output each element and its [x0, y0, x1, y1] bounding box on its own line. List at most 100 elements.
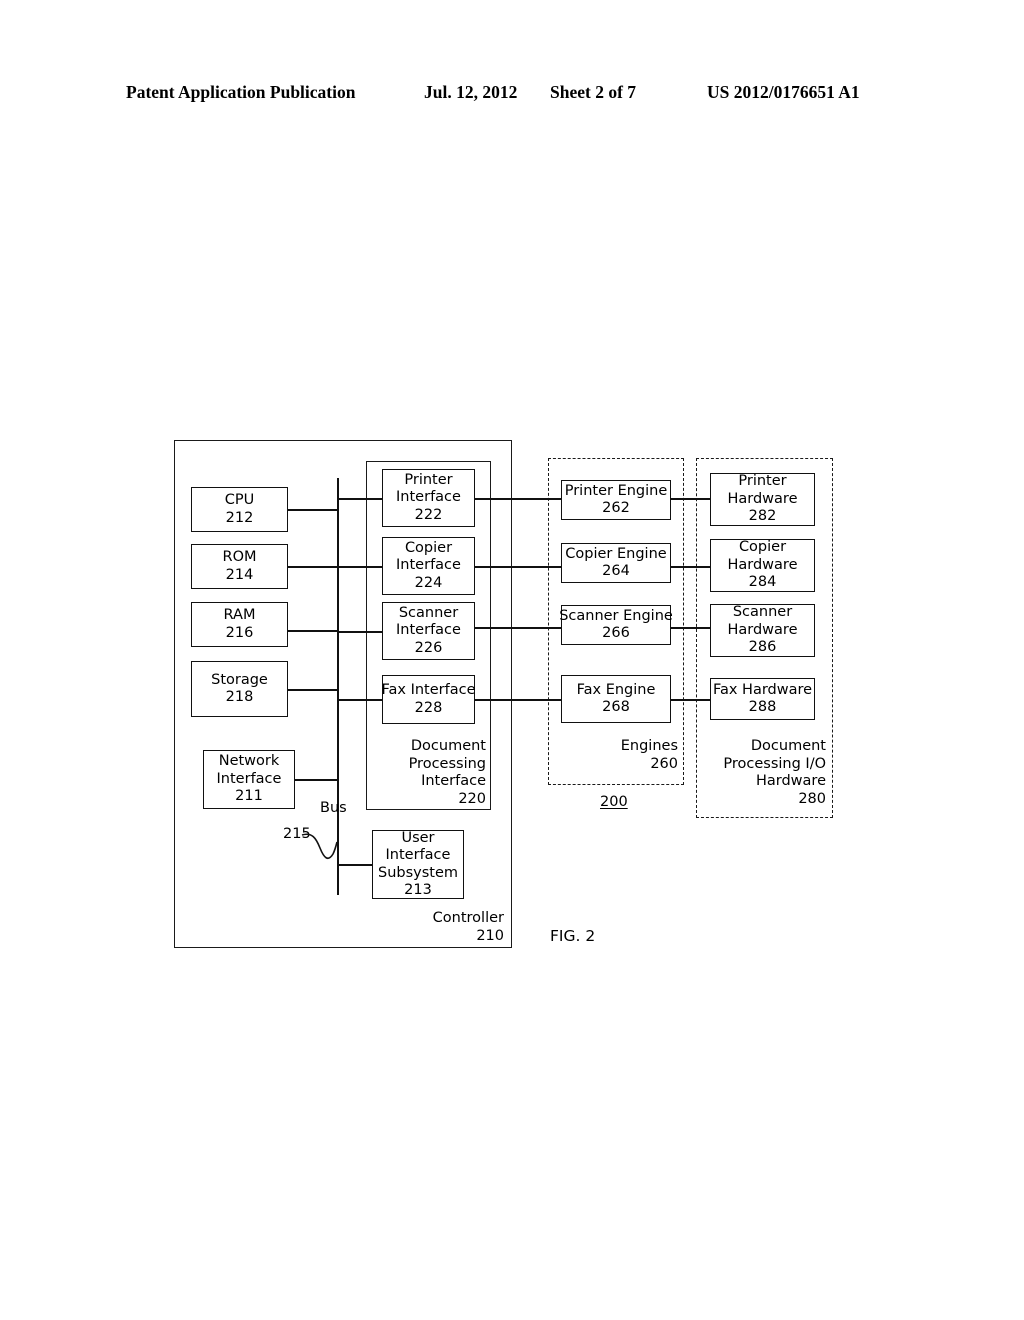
node-copier-hardware-ref: 284 — [748, 574, 777, 591]
node-copier-interface-label-1: Copier — [404, 539, 453, 556]
node-printer-hardware-ref: 282 — [748, 508, 777, 525]
connector-rom-bus — [288, 566, 338, 568]
node-scanner-interface-ref: 226 — [414, 639, 443, 656]
node-copier-hardware[interactable]: Copier Hardware 284 — [710, 539, 815, 592]
node-scanner-engine-label: Scanner Engine — [559, 607, 673, 624]
dpi-caption-line-1: Document — [410, 738, 486, 754]
node-fax-hardware-ref: 288 — [748, 699, 777, 715]
node-scanner-engine[interactable]: Scanner Engine 266 — [559, 605, 673, 645]
connector-fax-interface-engine — [475, 699, 561, 701]
dpi-caption-ref: 220 — [458, 790, 486, 807]
node-user-interface-subsystem-label-3: Subsystem — [377, 864, 459, 881]
node-ram-ref: 216 — [225, 624, 254, 641]
node-user-interface-subsystem-label-1: User — [401, 829, 435, 846]
node-rom-label: ROM — [222, 549, 257, 565]
node-printer-interface[interactable]: Printer Interface 222 — [382, 469, 475, 527]
node-cpu-ref: 212 — [225, 509, 254, 526]
node-fax-engine-label: Fax Engine — [576, 681, 656, 698]
controller-caption: Controller 210 — [352, 910, 504, 945]
node-fax-interface-label: Fax Interface — [381, 682, 476, 698]
node-ram[interactable]: RAM 216 — [191, 602, 288, 647]
node-copier-hardware-label-1: Copier — [738, 539, 787, 556]
node-user-interface-subsystem-ref: 213 — [404, 882, 432, 898]
node-copier-interface[interactable]: Copier Interface 224 — [382, 537, 475, 595]
dpi-caption-line-2: Processing — [408, 755, 486, 772]
connector-scanner-engine-hardware — [671, 627, 710, 629]
engines-caption: Engines 260 — [556, 738, 678, 773]
bus-label: Bus — [320, 800, 347, 816]
node-printer-interface-label-2: Interface — [396, 489, 461, 506]
connector-bus-printer-interface — [337, 498, 382, 500]
system-reference-label: 200 — [600, 794, 628, 810]
node-copier-hardware-label-2: Hardware — [727, 556, 798, 573]
node-user-interface-subsystem-label-2: Interface — [385, 847, 451, 863]
dpio-caption-line-1: Document — [750, 738, 826, 754]
node-printer-hardware-label-2: Hardware — [727, 490, 798, 507]
node-ram-label: RAM — [223, 607, 256, 623]
controller-caption-label: Controller — [432, 910, 504, 926]
controller-caption-ref: 210 — [476, 927, 504, 944]
node-fax-interface[interactable]: Fax Interface 228 — [381, 675, 476, 724]
node-scanner-interface-label-1: Scanner — [398, 604, 459, 621]
node-fax-engine[interactable]: Fax Engine 268 — [561, 675, 671, 723]
node-scanner-hardware-label-1: Scanner — [732, 604, 793, 621]
engines-caption-ref: 260 — [650, 755, 678, 772]
connector-scanner-interface-engine — [475, 627, 561, 629]
node-scanner-hardware[interactable]: Scanner Hardware 286 — [710, 604, 815, 657]
document-processing-interface-caption: Document Processing Interface 220 — [370, 738, 486, 808]
engines-caption-label: Engines — [620, 738, 678, 754]
node-scanner-hardware-label-2: Hardware — [727, 621, 798, 638]
node-network-interface-label-1: Network — [218, 753, 280, 770]
node-network-interface-ref: 211 — [235, 788, 263, 805]
connector-printer-interface-engine — [475, 498, 561, 500]
node-user-interface-subsystem[interactable]: User Interface Subsystem 213 — [372, 830, 464, 899]
node-fax-engine-ref: 268 — [602, 699, 630, 715]
patent-figure-2: CPU 212 ROM 214 RAM 216 Storage 218 Netw… — [0, 0, 1024, 1320]
connector-bus-copier-interface — [337, 566, 382, 568]
connector-printer-engine-hardware — [671, 498, 710, 500]
dpio-caption-ref: 280 — [798, 790, 826, 807]
node-scanner-hardware-ref: 286 — [748, 639, 777, 656]
node-printer-hardware-label-1: Printer — [738, 473, 787, 490]
node-printer-interface-label-1: Printer — [404, 471, 453, 488]
node-cpu-label: CPU — [224, 492, 255, 508]
connector-bus-fax-interface — [337, 699, 382, 701]
node-storage[interactable]: Storage 218 — [191, 661, 288, 717]
node-printer-engine-ref: 262 — [602, 500, 630, 516]
connector-bus-scanner-interface — [337, 631, 382, 633]
node-scanner-engine-ref: 266 — [602, 625, 630, 641]
node-network-interface-label-2: Interface — [216, 770, 282, 787]
node-cpu[interactable]: CPU 212 — [191, 487, 288, 532]
connector-network-bus — [295, 779, 338, 781]
connector-fax-engine-hardware — [671, 699, 710, 701]
dpi-caption-line-3: Interface — [421, 773, 486, 789]
node-fax-hardware-label: Fax Hardware — [712, 681, 813, 698]
dpio-caption-line-3: Hardware — [755, 773, 826, 789]
connector-copier-interface-engine — [475, 566, 561, 568]
node-printer-engine[interactable]: Printer Engine 262 — [561, 480, 671, 520]
figure-label: FIG. 2 — [550, 927, 596, 945]
node-network-interface[interactable]: Network Interface 211 — [203, 750, 295, 809]
connector-copier-engine-hardware — [671, 566, 710, 568]
node-scanner-interface-label-2: Interface — [396, 622, 461, 639]
node-scanner-interface[interactable]: Scanner Interface 226 — [382, 602, 475, 660]
node-copier-engine[interactable]: Copier Engine 264 — [561, 543, 671, 583]
node-printer-engine-label: Printer Engine — [564, 482, 668, 499]
node-fax-hardware[interactable]: Fax Hardware 288 — [710, 678, 815, 720]
node-printer-interface-ref: 222 — [414, 506, 443, 523]
node-copier-engine-label: Copier Engine — [565, 545, 667, 562]
node-rom[interactable]: ROM 214 — [191, 544, 288, 589]
node-copier-interface-label-2: Interface — [396, 557, 461, 574]
connector-storage-bus — [288, 689, 338, 691]
node-storage-label: Storage — [211, 671, 268, 688]
connector-ram-bus — [288, 630, 338, 632]
node-copier-engine-ref: 264 — [602, 563, 630, 579]
node-copier-interface-ref: 224 — [414, 574, 443, 591]
node-storage-ref: 218 — [225, 689, 254, 705]
document-processing-io-hardware-caption: Document Processing I/O Hardware 280 — [700, 738, 826, 808]
node-printer-hardware[interactable]: Printer Hardware 282 — [710, 473, 815, 526]
connector-cpu-bus — [288, 509, 338, 511]
bus-reference-leader — [301, 833, 338, 860]
node-rom-ref: 214 — [225, 566, 254, 583]
dpio-caption-line-2: Processing I/O — [723, 755, 826, 772]
